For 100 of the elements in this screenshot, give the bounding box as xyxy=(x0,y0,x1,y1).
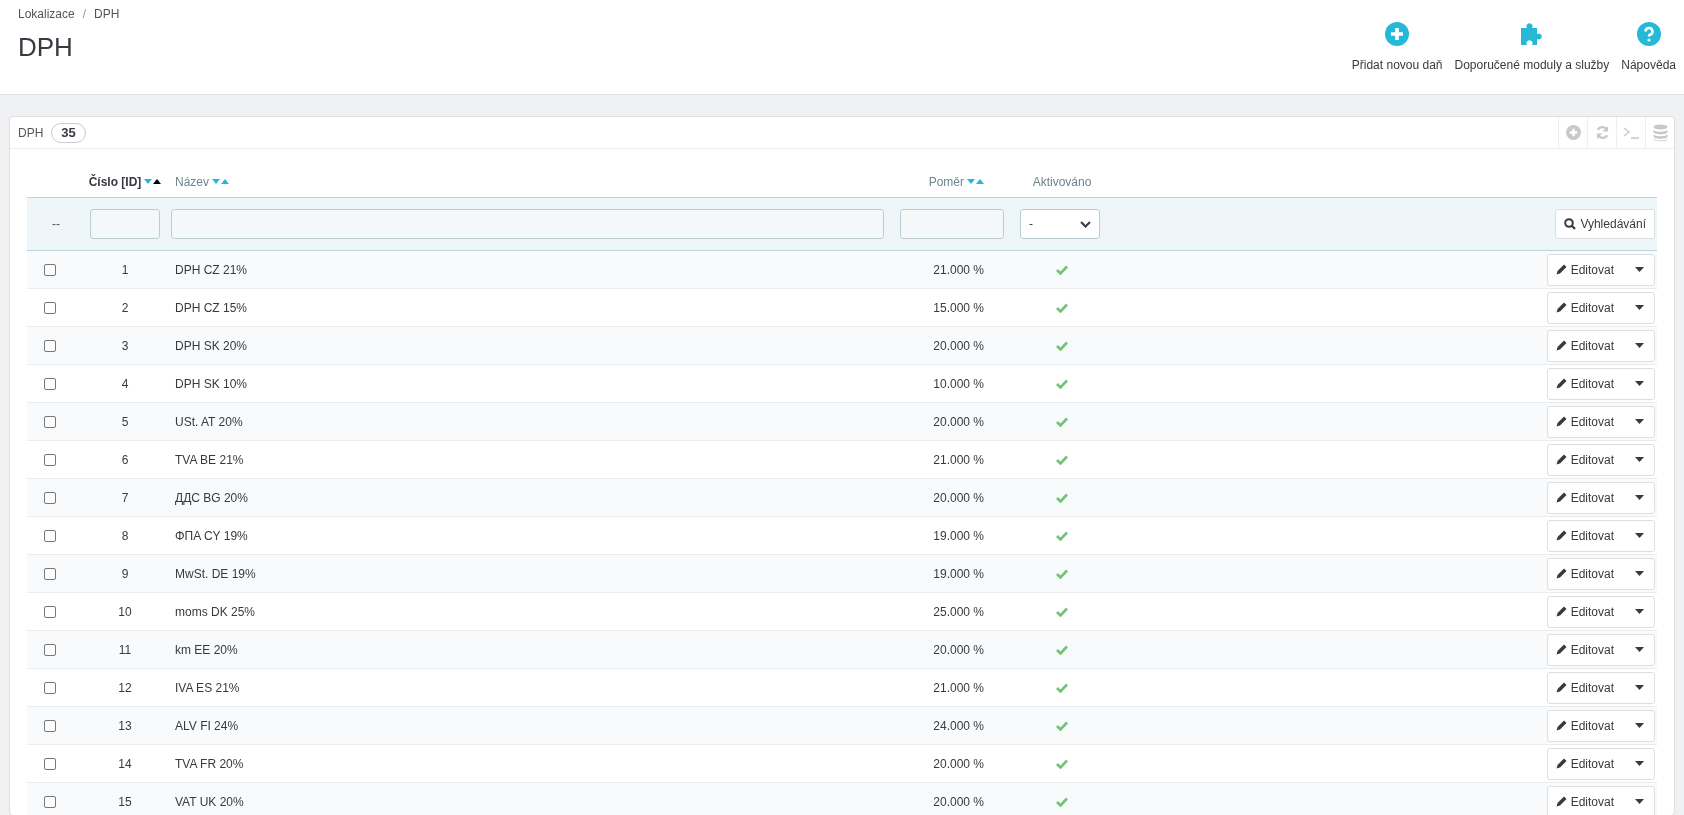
rate-cell-text: 24.000 % xyxy=(933,717,984,735)
check-icon[interactable] xyxy=(1056,644,1068,655)
row-checkbox[interactable] xyxy=(44,301,56,314)
id-cell-text: 12 xyxy=(118,679,132,697)
rate-cell-text: 20.000 % xyxy=(933,641,984,659)
id-cell-text: 15 xyxy=(118,793,132,811)
caret-icon xyxy=(1634,609,1644,614)
name-cell-text: ALV FI 24% xyxy=(175,717,239,735)
check-icon[interactable] xyxy=(1056,302,1068,313)
id-cell-text: 2 xyxy=(121,299,129,317)
caret-icon xyxy=(1634,647,1644,652)
name-cell-text: TVA FR 20% xyxy=(175,755,244,773)
row-checkbox[interactable] xyxy=(44,377,56,390)
row-checkbox[interactable] xyxy=(44,567,56,580)
check-icon[interactable] xyxy=(1056,416,1068,427)
caret-icon xyxy=(1634,761,1644,766)
row-checkbox[interactable] xyxy=(44,681,56,694)
pencil-icon xyxy=(1555,682,1567,693)
check-icon[interactable] xyxy=(1056,264,1068,275)
id-cell-text: 6 xyxy=(121,451,129,469)
caret-icon xyxy=(1634,723,1644,728)
caret-icon xyxy=(1634,799,1644,804)
check-icon[interactable] xyxy=(1056,530,1068,541)
pencil-icon xyxy=(1555,568,1567,579)
pencil-icon xyxy=(1555,644,1567,655)
row-checkbox[interactable] xyxy=(44,643,56,656)
rate-cell-text: 19.000 % xyxy=(933,527,984,545)
row-checkbox[interactable] xyxy=(44,263,56,276)
pencil-icon xyxy=(1555,340,1567,351)
check-icon[interactable] xyxy=(1056,796,1068,807)
name-cell-text: TVA BE 21% xyxy=(175,451,244,469)
active-filter-select[interactable]: - xyxy=(1020,209,1100,239)
check-icon[interactable] xyxy=(1056,568,1068,579)
pencil-icon xyxy=(1555,530,1567,541)
row-checkbox[interactable] xyxy=(44,719,56,732)
rate-cell-text: 21.000 % xyxy=(933,451,984,469)
caret-icon xyxy=(1634,267,1644,272)
pencil-icon xyxy=(1555,758,1567,769)
id-cell-text: 10 xyxy=(118,603,132,621)
id-filter-field[interactable] xyxy=(90,209,160,239)
check-icon[interactable] xyxy=(1056,606,1068,617)
id-cell-text: 14 xyxy=(118,755,132,773)
id-cell-text: 13 xyxy=(118,717,132,735)
row-checkbox[interactable] xyxy=(44,605,56,618)
name-cell-text: MwSt. DE 19% xyxy=(175,565,256,583)
name-cell-text: VAT UK 20% xyxy=(175,793,244,811)
toolbar-button[interactable]: Nápověda xyxy=(1619,22,1678,74)
check-icon[interactable] xyxy=(1056,492,1068,503)
pencil-icon xyxy=(1555,264,1567,275)
column-header[interactable]: Číslo [ID] xyxy=(88,173,142,191)
row-checkbox[interactable] xyxy=(44,339,56,352)
row-checkbox[interactable] xyxy=(44,415,56,428)
check-icon[interactable] xyxy=(1056,682,1068,693)
id-cell-text: 3 xyxy=(121,337,129,355)
column-header[interactable]: Poměr xyxy=(928,173,964,191)
rate-cell-text: 10.000 % xyxy=(933,375,984,393)
rate-filter-field[interactable] xyxy=(900,209,1004,239)
pencil-icon xyxy=(1555,416,1567,427)
name-cell-text: km EE 20% xyxy=(175,641,238,659)
name-filter-field[interactable] xyxy=(171,209,884,239)
rate-cell-text: 20.000 % xyxy=(933,413,984,431)
breadcrumb-separator: / xyxy=(82,6,87,23)
help-icon xyxy=(1636,22,1661,46)
pencil-icon xyxy=(1555,454,1567,465)
rate-cell-text: 15.000 % xyxy=(933,299,984,317)
sort-arrows-icon[interactable] xyxy=(144,179,162,185)
caret-icon xyxy=(1634,495,1644,500)
rate-cell-text: 21.000 % xyxy=(933,261,984,279)
row-checkbox[interactable] xyxy=(44,757,56,770)
reset-filter-text: -- xyxy=(52,217,60,231)
toolbar-button[interactable]: Přidat novou daň xyxy=(1349,22,1445,74)
search-icon xyxy=(1564,218,1577,230)
column-header[interactable]: Aktivováno xyxy=(1032,173,1092,191)
row-checkbox[interactable] xyxy=(44,491,56,504)
breadcrumb-link[interactable]: Lokalizace xyxy=(18,5,75,23)
rate-cell-text: 19.000 % xyxy=(933,565,984,583)
check-icon[interactable] xyxy=(1056,720,1068,731)
plus-circle-icon xyxy=(1385,22,1410,46)
row-checkbox[interactable] xyxy=(44,453,56,466)
row-checkbox[interactable] xyxy=(44,529,56,542)
check-icon[interactable] xyxy=(1056,454,1068,465)
name-cell-text: moms DK 25% xyxy=(175,603,256,621)
breadcrumb-link[interactable]: DPH xyxy=(94,5,120,23)
toolbar-button[interactable]: Doporučené moduly a služby xyxy=(1452,22,1612,74)
name-cell-text: DPH SK 10% xyxy=(175,375,248,393)
search-button[interactable]: Vyhledávání xyxy=(1555,209,1655,239)
check-icon[interactable] xyxy=(1056,758,1068,769)
row-checkbox[interactable] xyxy=(44,795,56,808)
check-icon[interactable] xyxy=(1056,378,1068,389)
check-icon[interactable] xyxy=(1056,340,1068,351)
name-cell-text: ДДС BG 20% xyxy=(175,489,248,507)
chevron-down-icon xyxy=(1080,220,1091,228)
id-cell-text: 8 xyxy=(121,527,129,545)
name-cell-text: DPH CZ 15% xyxy=(175,299,248,317)
rate-cell-text: 25.000 % xyxy=(933,603,984,621)
puzzle-icon xyxy=(1518,22,1545,46)
rate-cell-text: 21.000 % xyxy=(933,679,984,697)
pencil-icon xyxy=(1555,302,1567,313)
column-header[interactable]: Název xyxy=(175,173,209,191)
name-cell-text: IVA ES 21% xyxy=(175,679,240,697)
